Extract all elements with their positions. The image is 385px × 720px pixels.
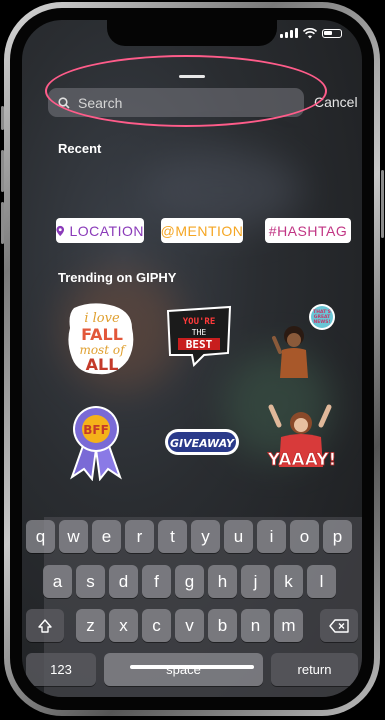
hashtag-sticker-label: #HASHTAG <box>268 222 348 239</box>
key-y[interactable]: y <box>191 520 220 553</box>
key-g[interactable]: g <box>175 565 204 598</box>
key-p[interactable]: p <box>323 520 352 553</box>
key-h[interactable]: h <box>208 565 237 598</box>
trending-heading: Trending on GIPHY <box>58 270 177 285</box>
youre-the-best-artwork: YOU'RE THE BEST <box>166 305 232 368</box>
youre-the-best-sticker[interactable]: YOU'RE THE BEST <box>164 305 234 368</box>
return-key[interactable]: return <box>271 653 358 686</box>
key-v[interactable]: v <box>175 609 204 642</box>
hashtag-sticker[interactable]: #HASHTAG <box>265 218 351 243</box>
yaaay-artwork: YAAAY! <box>266 404 337 470</box>
key-n[interactable]: n <box>241 609 270 642</box>
key-d[interactable]: d <box>109 565 138 598</box>
backspace-key[interactable] <box>320 609 358 642</box>
search-highlight-oval <box>45 55 327 127</box>
key-z[interactable]: z <box>76 609 105 642</box>
yaaay-sticker[interactable]: YAAAY! <box>266 403 337 489</box>
location-sticker-label: LOCATION <box>69 222 144 239</box>
key-i[interactable]: i <box>257 520 286 553</box>
sticker-text-news: NEWS! <box>313 319 330 325</box>
key-b[interactable]: b <box>208 609 237 642</box>
battery-icon <box>322 28 342 38</box>
key-s[interactable]: s <box>76 565 105 598</box>
mention-sticker[interactable]: @MENTION <box>161 218 243 243</box>
bff-ribbon-sticker[interactable]: BFF <box>66 403 126 482</box>
recent-heading: Recent <box>58 141 102 156</box>
sticker-text-giveaway: GIVEAWAY <box>170 437 235 450</box>
mention-sticker-label: @MENTION <box>160 222 244 239</box>
key-q[interactable]: q <box>26 520 55 553</box>
key-m[interactable]: m <box>274 609 303 642</box>
key-r[interactable]: r <box>125 520 154 553</box>
key-o[interactable]: o <box>290 520 319 553</box>
key-j[interactable]: j <box>241 565 270 598</box>
home-indicator[interactable] <box>130 665 254 669</box>
sticker-text-best: BEST <box>186 338 213 351</box>
location-pin-icon <box>56 225 65 236</box>
status-bar <box>280 26 342 40</box>
numbers-key[interactable]: 123 <box>26 653 96 686</box>
sticker-text-the: THE <box>192 328 207 337</box>
wifi-icon <box>303 27 317 38</box>
key-e[interactable]: e <box>92 520 121 553</box>
giveaway-sticker[interactable]: GIVEAWAY <box>163 425 241 459</box>
sticker-text-i-love: i love <box>84 311 120 326</box>
notch <box>107 20 277 46</box>
key-t[interactable]: t <box>158 520 187 553</box>
key-u[interactable]: u <box>224 520 253 553</box>
key-f[interactable]: f <box>142 565 171 598</box>
key-k[interactable]: k <box>274 565 303 598</box>
sticker-text-all: ALL <box>86 355 119 374</box>
thats-great-news-sticker[interactable]: THAT'S GREAT NEWS! <box>270 302 340 382</box>
key-l[interactable]: l <box>307 565 336 598</box>
power-button <box>381 170 384 238</box>
backspace-icon <box>329 618 349 633</box>
sticker-text-youre: YOU'RE <box>183 317 216 327</box>
key-a[interactable]: a <box>43 565 72 598</box>
shift-arrow-icon <box>38 618 52 633</box>
i-love-fall-sticker[interactable]: i love FALL most of ALL <box>62 298 142 378</box>
space-key[interactable]: space <box>104 653 263 686</box>
sticker-text-yaaay: YAAAY! <box>267 450 336 470</box>
cellular-signal-icon <box>280 28 298 38</box>
thats-great-news-artwork: THAT'S GREAT NEWS! <box>272 304 335 378</box>
key-x[interactable]: x <box>109 609 138 642</box>
sticker-text-bff: BFF <box>83 423 109 437</box>
i-love-fall-artwork: i love FALL most of ALL <box>68 303 134 375</box>
giveaway-artwork: GIVEAWAY <box>165 429 239 455</box>
location-sticker[interactable]: LOCATION <box>56 218 144 243</box>
key-c[interactable]: c <box>142 609 171 642</box>
sticker-text-fall: FALL <box>81 325 123 344</box>
shift-key[interactable] <box>26 609 64 642</box>
bff-ribbon-artwork: BFF <box>70 406 122 482</box>
key-w[interactable]: w <box>59 520 88 553</box>
